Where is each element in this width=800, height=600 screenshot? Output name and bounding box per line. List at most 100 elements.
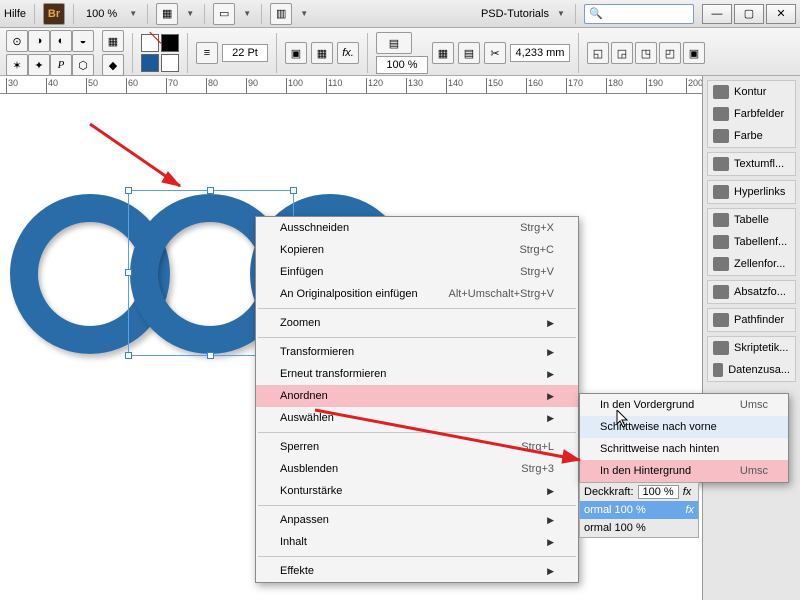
chevron-right-icon: ▶ — [547, 413, 554, 424]
chevron-down-icon[interactable]: ▼ — [243, 9, 253, 18]
color-swatch[interactable] — [141, 54, 159, 72]
tool-icon[interactable]: ✦ — [28, 54, 50, 76]
ruler-tick: 90 — [246, 78, 258, 94]
arrange-docs-icon[interactable]: ▥ — [270, 3, 292, 25]
bridge-button[interactable]: Br — [43, 3, 65, 25]
panel-icon — [713, 285, 729, 299]
ruler-tick: 140 — [446, 78, 463, 94]
layers-panel[interactable]: Deckkraft:100 %fx ormal 100 %fx ormal 10… — [579, 482, 699, 538]
panel-item[interactable]: Datenzusa... — [708, 359, 795, 381]
chevron-down-icon[interactable]: ▼ — [300, 9, 310, 18]
tool-icon[interactable]: ◳ — [635, 42, 657, 64]
opacity-field[interactable]: 100 % — [376, 56, 428, 74]
panel-item[interactable]: Skriptetik... — [708, 337, 795, 359]
tool-icon[interactable]: P — [50, 54, 72, 76]
crop-icon[interactable]: ✂ — [484, 42, 506, 64]
panel-item[interactable]: Farbe — [708, 125, 795, 147]
menu-item[interactable]: SperrenStrg+L — [256, 436, 578, 458]
fill-swatch[interactable] — [141, 34, 159, 52]
tool-icon[interactable]: ◰ — [659, 42, 681, 64]
minimize-button[interactable]: — — [702, 4, 732, 24]
menu-item[interactable]: Transformieren▶ — [256, 341, 578, 363]
menu-item[interactable]: An Originalposition einfügenAlt+Umschalt… — [256, 283, 578, 305]
chevron-right-icon: ▶ — [547, 391, 554, 402]
menu-item[interactable]: Auswählen▶ — [256, 407, 578, 429]
ruler-tick: 160 — [526, 78, 543, 94]
menu-item[interactable]: AusblendenStrg+3 — [256, 458, 578, 480]
maximize-button[interactable]: ▢ — [734, 4, 764, 24]
menu-item[interactable]: Inhalt▶ — [256, 531, 578, 553]
menu-item[interactable]: Effekte▶ — [256, 560, 578, 582]
panels-sidebar: KonturFarbfelderFarbe Textumfl... Hyperlin… — [702, 76, 800, 600]
submenu-item[interactable]: In den HintergrundUmsc — [580, 460, 788, 482]
panel-item[interactable]: Hyperlinks — [708, 181, 795, 203]
search-icon: 🔍 — [589, 7, 603, 20]
fx-icon[interactable]: fx. — [337, 42, 359, 64]
panel-item[interactable]: Kontur — [708, 81, 795, 103]
menu-item[interactable]: Zoomen▶ — [256, 312, 578, 334]
tool-icon[interactable]: ✶ — [6, 54, 28, 76]
tool-icon[interactable]: ▦ — [311, 42, 333, 64]
menu-item[interactable]: Konturstärke▶ — [256, 480, 578, 502]
layer-row[interactable]: ormal 100 % — [580, 519, 698, 537]
ruler-tick: 170 — [566, 78, 583, 94]
tool-icon[interactable]: ◆ — [102, 54, 124, 76]
tool-icon[interactable]: ▣ — [285, 42, 307, 64]
help-menu[interactable]: Hilfe — [4, 8, 26, 20]
tool-icon[interactable]: ▦ — [102, 30, 124, 52]
tool-icon[interactable]: ▤ — [376, 32, 412, 54]
menu-item[interactable]: Anordnen▶ — [256, 385, 578, 407]
menu-item[interactable]: Anpassen▶ — [256, 509, 578, 531]
tool-icon[interactable]: ▣ — [683, 42, 705, 64]
zoom-level[interactable]: 100 % — [82, 8, 121, 20]
ruler-tick: 70 — [166, 78, 178, 94]
submenu-item[interactable]: Schrittweise nach hinten — [580, 438, 788, 460]
layer-row[interactable]: ormal 100 %fx — [580, 501, 698, 519]
chevron-down-icon[interactable]: ▼ — [557, 9, 567, 18]
panel-icon — [713, 157, 729, 171]
chevron-down-icon[interactable]: ▼ — [129, 9, 139, 18]
menu-item[interactable]: KopierenStrg+C — [256, 239, 578, 261]
panel-item[interactable]: Farbfelder — [708, 103, 795, 125]
submenu-item[interactable]: Schrittweise nach vorne — [580, 416, 788, 438]
tool-icon[interactable]: ◱ — [587, 42, 609, 64]
chevron-right-icon: ▶ — [547, 515, 554, 526]
search-input[interactable]: 🔍 — [584, 4, 694, 24]
ruler-tick: 60 — [126, 78, 138, 94]
tool-icon[interactable]: ◐ — [50, 30, 72, 52]
ruler-tick: 190 — [646, 78, 663, 94]
ruler-tick: 110 — [326, 78, 342, 94]
view-options-icon[interactable]: ▦ — [156, 3, 178, 25]
tool-icon[interactable]: ⬡ — [72, 54, 94, 76]
font-size-field[interactable]: 22 Pt — [222, 44, 268, 62]
ruler-tick: 40 — [46, 78, 58, 94]
panel-item[interactable]: Pathfinder — [708, 309, 795, 331]
stroke-swatch[interactable] — [161, 34, 179, 52]
ruler-tick: 150 — [486, 78, 503, 94]
measure-field[interactable]: 4,233 mm — [510, 44, 570, 62]
none-swatch[interactable] — [161, 54, 179, 72]
tool-icon[interactable]: ⊙ — [6, 30, 28, 52]
ruler-tick: 30 — [6, 78, 18, 94]
submenu-item[interactable]: In den VordergrundUmsc — [580, 394, 788, 416]
panel-item[interactable]: Textumfl... — [708, 153, 795, 175]
panel-item[interactable]: Zellenfor... — [708, 253, 795, 275]
ruler-tick: 50 — [86, 78, 98, 94]
tool-icon[interactable]: ▤ — [458, 42, 480, 64]
panel-item[interactable]: Tabellenf... — [708, 231, 795, 253]
close-button[interactable]: ✕ — [766, 4, 796, 24]
menu-item[interactable]: Erneut transformieren▶ — [256, 363, 578, 385]
workspace-label[interactable]: PSD-Tutorials — [481, 8, 549, 20]
tool-icon[interactable]: ◑ — [28, 30, 50, 52]
panel-icon — [713, 213, 729, 227]
tool-icon[interactable]: ◲ — [611, 42, 633, 64]
panel-item[interactable]: Tabelle — [708, 209, 795, 231]
stroke-icon[interactable]: ≡ — [196, 42, 218, 64]
panel-item[interactable]: Absatzfo... — [708, 281, 795, 303]
menu-item[interactable]: EinfügenStrg+V — [256, 261, 578, 283]
screen-mode-icon[interactable]: ▭ — [213, 3, 235, 25]
tool-icon[interactable]: ◒ — [72, 30, 94, 52]
chevron-down-icon[interactable]: ▼ — [186, 9, 196, 18]
tool-icon[interactable]: ▦ — [432, 42, 454, 64]
menu-item[interactable]: AusschneidenStrg+X — [256, 217, 578, 239]
